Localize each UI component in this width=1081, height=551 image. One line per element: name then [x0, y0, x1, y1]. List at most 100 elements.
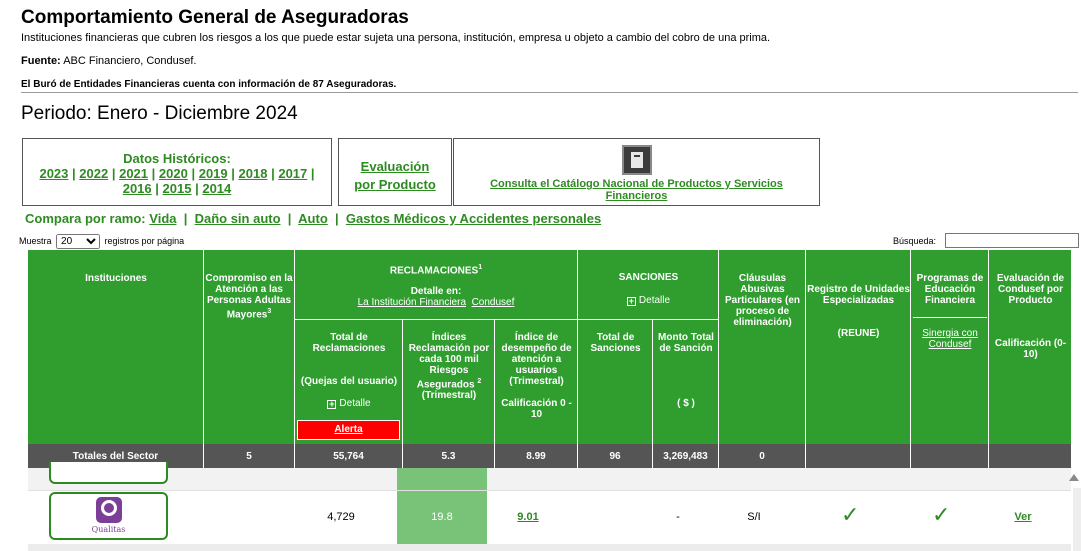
col-instituciones[interactable]: Instituciones [31, 273, 201, 284]
q-ring-shape [100, 500, 117, 516]
footnote-mark: 1 [478, 264, 483, 271]
totals-indices: 5.3 [441, 451, 456, 462]
column-divider [294, 250, 295, 468]
col-indices-reclamacion[interactable]: Índices Reclamación por cada 100 mil Rie… [404, 332, 494, 401]
year-link-2020[interactable]: 2020 [159, 166, 188, 181]
scroll-up-arrow-icon[interactable] [1069, 474, 1079, 481]
separator: | [151, 166, 156, 181]
col-compromiso-text: Compromiso en la Atención a las Personas… [205, 273, 293, 321]
col-total-sanciones[interactable]: Total de Sanciones [579, 332, 652, 354]
year-link-2014[interactable]: 2014 [202, 181, 231, 196]
col-indice-desempeno[interactable]: Índice de desempeño de atención a usuari… [496, 332, 577, 387]
evaluacion-link[interactable]: Evaluación por Producto [354, 159, 436, 192]
qualitas-logo[interactable]: Qualitas [49, 492, 168, 540]
column-divider [805, 444, 806, 468]
ramo-link-auto[interactable]: Auto [298, 211, 328, 226]
col-total-reclamaciones[interactable]: Total de Reclamaciones [296, 332, 402, 354]
scrollbar-thumb[interactable] [1073, 488, 1081, 551]
col-evaluacion-condusef[interactable]: Evaluación de Condusef por Producto [990, 273, 1071, 306]
buro-note: El Buró de Entidades Financieras cuenta … [21, 79, 396, 90]
col-compromiso[interactable]: Compromiso en la Atención a las Personas… [204, 273, 294, 320]
sinergia-link[interactable]: Sinergia con Condusef [922, 328, 978, 350]
page-size-select[interactable]: 20 [56, 234, 101, 249]
separator: | [310, 166, 315, 181]
compara-label: Compara por ramo: [25, 211, 146, 226]
year-link-2015[interactable]: 2015 [163, 181, 192, 196]
catalog-book-icon[interactable] [621, 145, 652, 175]
evaluacion-line2: por Producto [354, 177, 436, 192]
year-link-2016[interactable]: 2016 [123, 181, 152, 196]
column-divider [402, 319, 403, 444]
detalle-label: Detalle [638, 295, 671, 306]
ramo-link-dano-sin-auto[interactable]: Daño sin auto [195, 211, 281, 226]
column-divider [494, 319, 495, 444]
totals-sanciones: 96 [609, 451, 621, 462]
year-link-2018[interactable]: 2018 [239, 166, 268, 181]
year-link-2021[interactable]: 2021 [119, 166, 148, 181]
row-divider [28, 490, 1071, 491]
column-divider [652, 319, 653, 444]
year-link-2023[interactable]: 2023 [39, 166, 68, 181]
column-divider [910, 250, 911, 468]
totals-clausulas: 0 [759, 451, 765, 462]
year-link-2017[interactable]: 2017 [278, 166, 307, 181]
page-subtitle: Instituciones financieras que cubren los… [21, 32, 771, 44]
search-label: Búsqueda: [893, 236, 937, 246]
col-monto-total[interactable]: Monto Total de Sanción [654, 332, 718, 354]
row-monto-total: - [676, 511, 680, 523]
registros-label: registros por página [104, 236, 185, 246]
periodo-title: Periodo: Enero - Diciembre 2024 [21, 103, 298, 124]
muestra-label: Muestra [19, 236, 52, 246]
detalle-toggle[interactable]: + Detalle [296, 398, 402, 409]
evaluacion-line1: Evaluación [360, 159, 430, 174]
sanciones-detalle-toggle[interactable]: + Detalle [579, 295, 718, 306]
source-line: Fuente: ABC Financiero, Condusef. [21, 55, 196, 67]
col-clausulas-abusivas[interactable]: Cláusulas Abusivas Particulares (en proc… [720, 273, 805, 328]
historical-data-box: Datos Históricos: 2023 | 2022 | 2021 | 2… [22, 138, 332, 206]
detalle-label: Detalle [339, 398, 371, 409]
ramo-link-vida[interactable]: Vida [149, 211, 176, 226]
divider [21, 92, 1078, 93]
separator: | [155, 181, 159, 196]
year-link-2019[interactable]: 2019 [199, 166, 228, 181]
evaluacion-box: Evaluación por Producto [338, 138, 452, 206]
totals-indice-desempeno: 8.99 [526, 451, 546, 462]
table-row [28, 544, 1071, 551]
historical-title: Datos Históricos: [123, 151, 231, 166]
alerta-button[interactable]: Alerta [297, 420, 400, 440]
col-registro-reune[interactable]: Registro de Unidades Especializadas [807, 284, 910, 306]
year-link-2022[interactable]: 2022 [79, 166, 108, 181]
row-clausulas: S/I [747, 511, 761, 523]
row-evaluacion-cell: Ver [1000, 511, 1046, 523]
totals-monto: 3,269,483 [663, 451, 708, 462]
row-indice-desempeno-cell: 9.01 [488, 511, 568, 523]
ver-link[interactable]: Ver [1014, 511, 1031, 523]
link-institucion-financiera[interactable]: La Institución Financiera [358, 297, 466, 308]
source-label: Fuente: [21, 55, 61, 67]
ramo-link-gastos-medicos[interactable]: Gastos Médicos y Accidentes personales [346, 211, 601, 226]
catalogo-link[interactable]: Consulta el Catálogo Nacional de Product… [454, 178, 819, 202]
footnote-mark: 3 [267, 308, 272, 315]
col-programas-educacion[interactable]: Programas de Educación Financiera [912, 273, 988, 306]
separator: | [271, 166, 275, 181]
separator: | [183, 211, 188, 226]
compara-por-ramo: Compara por ramo: Vida | Daño sin auto |… [25, 211, 601, 226]
col-group-sanciones: SANCIONES [618, 272, 679, 283]
row-divider [913, 317, 987, 318]
detalle-links: La Institución Financiera Condusef [295, 297, 577, 308]
expand-icon: + [327, 399, 337, 409]
column-divider [577, 250, 578, 468]
reune-label: (REUNE) [837, 328, 880, 339]
separator: | [191, 166, 196, 181]
quejas-label: (Quejas del usuario) [300, 376, 398, 387]
search-input[interactable] [945, 233, 1079, 248]
institution-logo-partial[interactable] [49, 462, 168, 484]
source-value: ABC Financiero, Condusef. [63, 55, 197, 67]
column-divider [910, 444, 911, 468]
calificacion-0-10: Calificación 0 - 10 [501, 398, 572, 420]
sinergia-link-wrap: Sinergia con Condusef [912, 328, 988, 350]
row-total-reclamaciones: 4,729 [327, 511, 355, 523]
link-condusef[interactable]: Condusef [472, 297, 515, 308]
row-indice-desempeno-link[interactable]: 9.01 [517, 511, 538, 523]
page-title: Comportamiento General de Aseguradoras [21, 7, 409, 28]
